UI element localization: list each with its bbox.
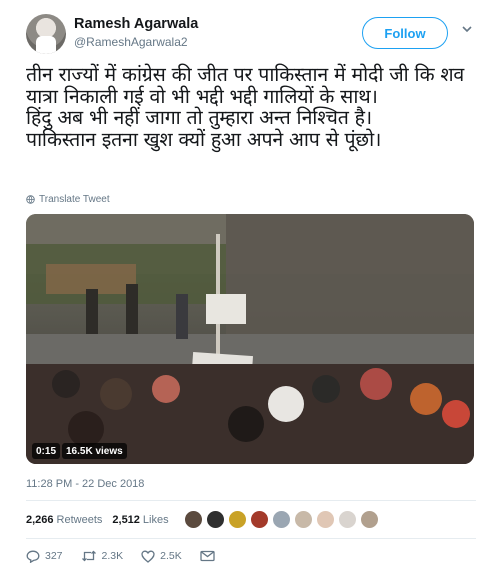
- divider: [26, 538, 476, 539]
- like-count: 2.5K: [160, 550, 182, 562]
- retweet-count: 2.3K: [101, 550, 124, 562]
- liker-avatars: [184, 510, 379, 529]
- likes-label[interactable]: Likes: [143, 514, 169, 526]
- follow-button[interactable]: Follow: [362, 17, 448, 49]
- tweet-text: तीन राज्यों में कांग्रेस की जीत पर पाकिस…: [26, 63, 465, 151]
- globe-icon: [26, 195, 35, 204]
- liker-avatar[interactable]: [360, 510, 379, 529]
- user-handle[interactable]: @RameshAgarwala2: [74, 35, 198, 49]
- heart-icon: [141, 550, 155, 563]
- chevron-down-icon[interactable]: [460, 22, 474, 36]
- video-views: 16.5K views: [62, 443, 127, 459]
- direct-message-button[interactable]: [200, 550, 215, 562]
- avatar[interactable]: [26, 14, 66, 54]
- video-player[interactable]: 0:15 16.5K views: [26, 214, 474, 464]
- liker-avatar[interactable]: [338, 510, 357, 529]
- retweets-label[interactable]: Retweets: [57, 514, 103, 526]
- liker-avatar[interactable]: [272, 510, 291, 529]
- envelope-icon: [200, 550, 215, 562]
- video-duration: 0:15: [32, 443, 61, 459]
- like-button[interactable]: 2.5K: [141, 550, 182, 563]
- user-names[interactable]: Ramesh Agarwala @RameshAgarwala2: [74, 16, 198, 49]
- liker-avatar[interactable]: [250, 510, 269, 529]
- divider: [26, 500, 476, 501]
- likes-count[interactable]: 2,512: [112, 514, 140, 526]
- liker-avatar[interactable]: [316, 510, 335, 529]
- video-frame: [26, 214, 474, 464]
- tweet-actions: 327 2.3K 2.5K: [26, 546, 233, 566]
- liker-avatar[interactable]: [184, 510, 203, 529]
- translate-tweet-link[interactable]: Translate Tweet: [26, 194, 110, 205]
- display-name[interactable]: Ramesh Agarwala: [74, 16, 198, 32]
- reply-count: 327: [45, 550, 63, 562]
- retweet-icon: [81, 550, 96, 562]
- retweet-button[interactable]: 2.3K: [81, 550, 124, 562]
- liker-avatar[interactable]: [206, 510, 225, 529]
- retweets-count[interactable]: 2,266: [26, 514, 54, 526]
- reply-button[interactable]: 327: [26, 550, 63, 563]
- likes-stat[interactable]: 2,512 Likes: [112, 514, 168, 526]
- liker-avatar[interactable]: [294, 510, 313, 529]
- translate-label[interactable]: Translate Tweet: [39, 194, 110, 205]
- tweet-header: Ramesh Agarwala @RameshAgarwala2 Follow: [20, 12, 480, 56]
- liker-avatar[interactable]: [228, 510, 247, 529]
- tweet-timestamp[interactable]: 11:28 PM - 22 Dec 2018: [26, 478, 144, 490]
- engagement-stats: 2,266 Retweets 2,512 Likes: [26, 510, 179, 530]
- retweets-stat[interactable]: 2,266 Retweets: [26, 514, 102, 526]
- reply-icon: [26, 550, 40, 563]
